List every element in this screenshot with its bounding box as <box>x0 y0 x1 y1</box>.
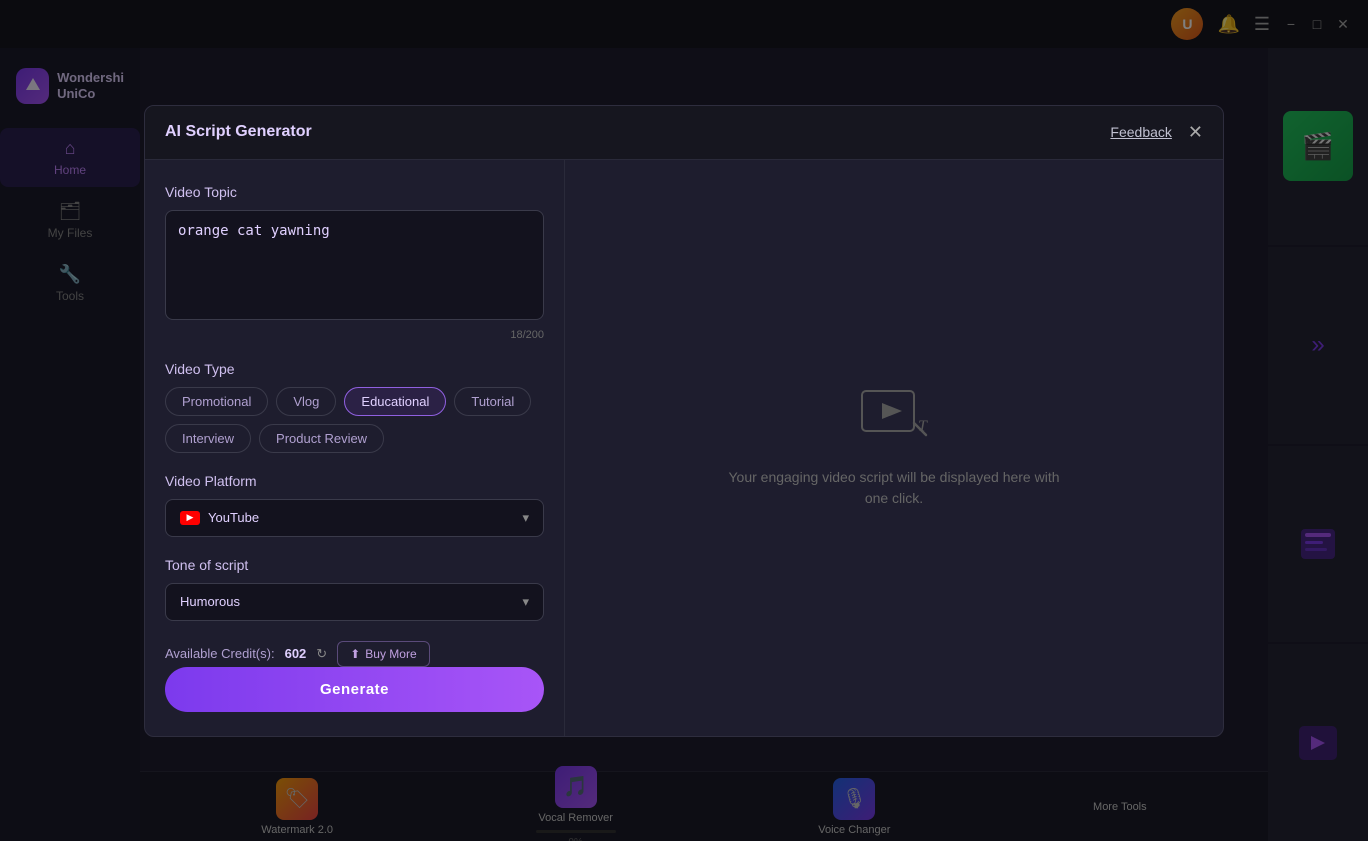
credits-generate-section: Available Credit(s): 602 ↻ ⬆ Buy More Ge… <box>165 641 544 712</box>
chip-tutorial[interactable]: Tutorial <box>454 387 531 416</box>
video-type-section: Video Type Promotional Vlog Educational … <box>165 361 544 453</box>
tone-section: Tone of script Humorous ▾ <box>165 557 544 621</box>
tone-selected: Humorous <box>180 594 240 609</box>
video-type-chips: Promotional Vlog Educational Tutorial In… <box>165 387 544 453</box>
modal-title: AI Script Generator <box>165 123 312 141</box>
ai-script-modal: AI Script Generator Feedback ✕ Video Top… <box>144 105 1224 737</box>
chip-educational[interactable]: Educational <box>344 387 446 416</box>
modal-left-panel: Video Topic orange cat yawning 18/200 Vi… <box>145 160 565 736</box>
buy-more-button[interactable]: ⬆ Buy More <box>337 641 429 667</box>
video-platform-section: Video Platform ▶ YouTube ▾ <box>165 473 544 537</box>
credits-row: Available Credit(s): 602 ↻ ⬆ Buy More <box>165 641 544 667</box>
char-count: 18/200 <box>165 329 544 341</box>
buy-more-icon: ⬆ <box>350 647 360 661</box>
modal-right-panel: T Your engaging video script will be dis… <box>565 160 1223 736</box>
platform-dropdown-left: ▶ YouTube <box>180 510 259 525</box>
refresh-icon[interactable]: ↻ <box>316 646 327 662</box>
svg-text:T: T <box>918 418 928 435</box>
modal-header-right: Feedback ✕ <box>1110 122 1203 143</box>
preview-placeholder-icon: T <box>854 387 934 447</box>
platform-selected: YouTube <box>208 510 259 525</box>
modal-header: AI Script Generator Feedback ✕ <box>145 106 1223 160</box>
credits-value: 602 <box>285 646 307 661</box>
modal-body: Video Topic orange cat yawning 18/200 Vi… <box>145 160 1223 736</box>
platform-dropdown[interactable]: ▶ YouTube ▾ <box>165 499 544 537</box>
tone-chevron-down-icon: ▾ <box>522 594 529 610</box>
chip-interview[interactable]: Interview <box>165 424 251 453</box>
modal-overlay: AI Script Generator Feedback ✕ Video Top… <box>0 0 1368 841</box>
chip-vlog[interactable]: Vlog <box>276 387 336 416</box>
modal-close-button[interactable]: ✕ <box>1188 122 1203 143</box>
buy-more-label: Buy More <box>365 647 416 661</box>
video-topic-input[interactable]: orange cat yawning <box>165 210 544 320</box>
preview-placeholder-text: Your engaging video script will be displ… <box>724 467 1064 509</box>
platform-chevron-down-icon: ▾ <box>522 510 529 526</box>
tone-label: Tone of script <box>165 557 544 573</box>
chip-promotional[interactable]: Promotional <box>165 387 268 416</box>
video-topic-section: Video Topic orange cat yawning 18/200 <box>165 184 544 341</box>
credits-label: Available Credit(s): <box>165 646 275 661</box>
video-topic-label: Video Topic <box>165 184 544 200</box>
generate-button[interactable]: Generate <box>165 667 544 712</box>
video-platform-label: Video Platform <box>165 473 544 489</box>
tone-dropdown[interactable]: Humorous ▾ <box>165 583 544 621</box>
youtube-icon: ▶ <box>180 511 200 525</box>
chip-product-review[interactable]: Product Review <box>259 424 384 453</box>
video-type-label: Video Type <box>165 361 544 377</box>
feedback-link[interactable]: Feedback <box>1110 124 1171 140</box>
